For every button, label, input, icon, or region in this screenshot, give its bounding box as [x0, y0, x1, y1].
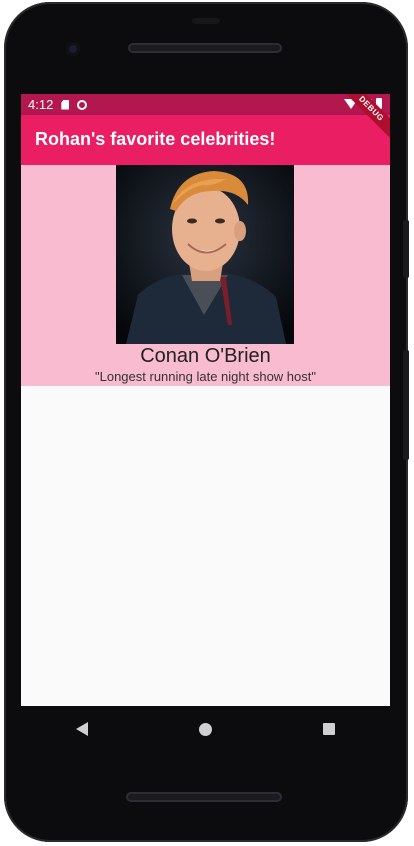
celebrity-card[interactable]: Conan O'Brien "Longest running late nigh… [21, 165, 390, 386]
page-title: Rohan's favorite celebrities! [35, 129, 276, 149]
sd-card-icon [61, 99, 70, 110]
status-bar: 4:12 [21, 94, 390, 115]
status-time: 4:12 [28, 97, 54, 112]
home-icon[interactable] [198, 722, 212, 736]
earpiece-speaker [128, 43, 282, 53]
recents-icon[interactable] [322, 723, 335, 735]
app-bar: Rohan's favorite celebrities! [21, 115, 390, 165]
front-camera [66, 42, 80, 56]
celebrity-name: Conan O'Brien [140, 345, 271, 367]
portrait-illustration [116, 165, 294, 344]
screen: 4:12 Rohan's favorite celebrities! DEBUG [21, 94, 390, 706]
power-button [403, 350, 409, 460]
top-speaker-slot [192, 18, 220, 24]
celebrity-photo [116, 165, 294, 344]
volume-button [403, 220, 409, 278]
back-icon[interactable] [76, 722, 89, 736]
navigation-bar [21, 706, 390, 752]
bottom-speaker [126, 792, 282, 802]
celebrity-quote: "Longest running late night show host" [95, 369, 316, 384]
sync-icon [77, 99, 88, 110]
